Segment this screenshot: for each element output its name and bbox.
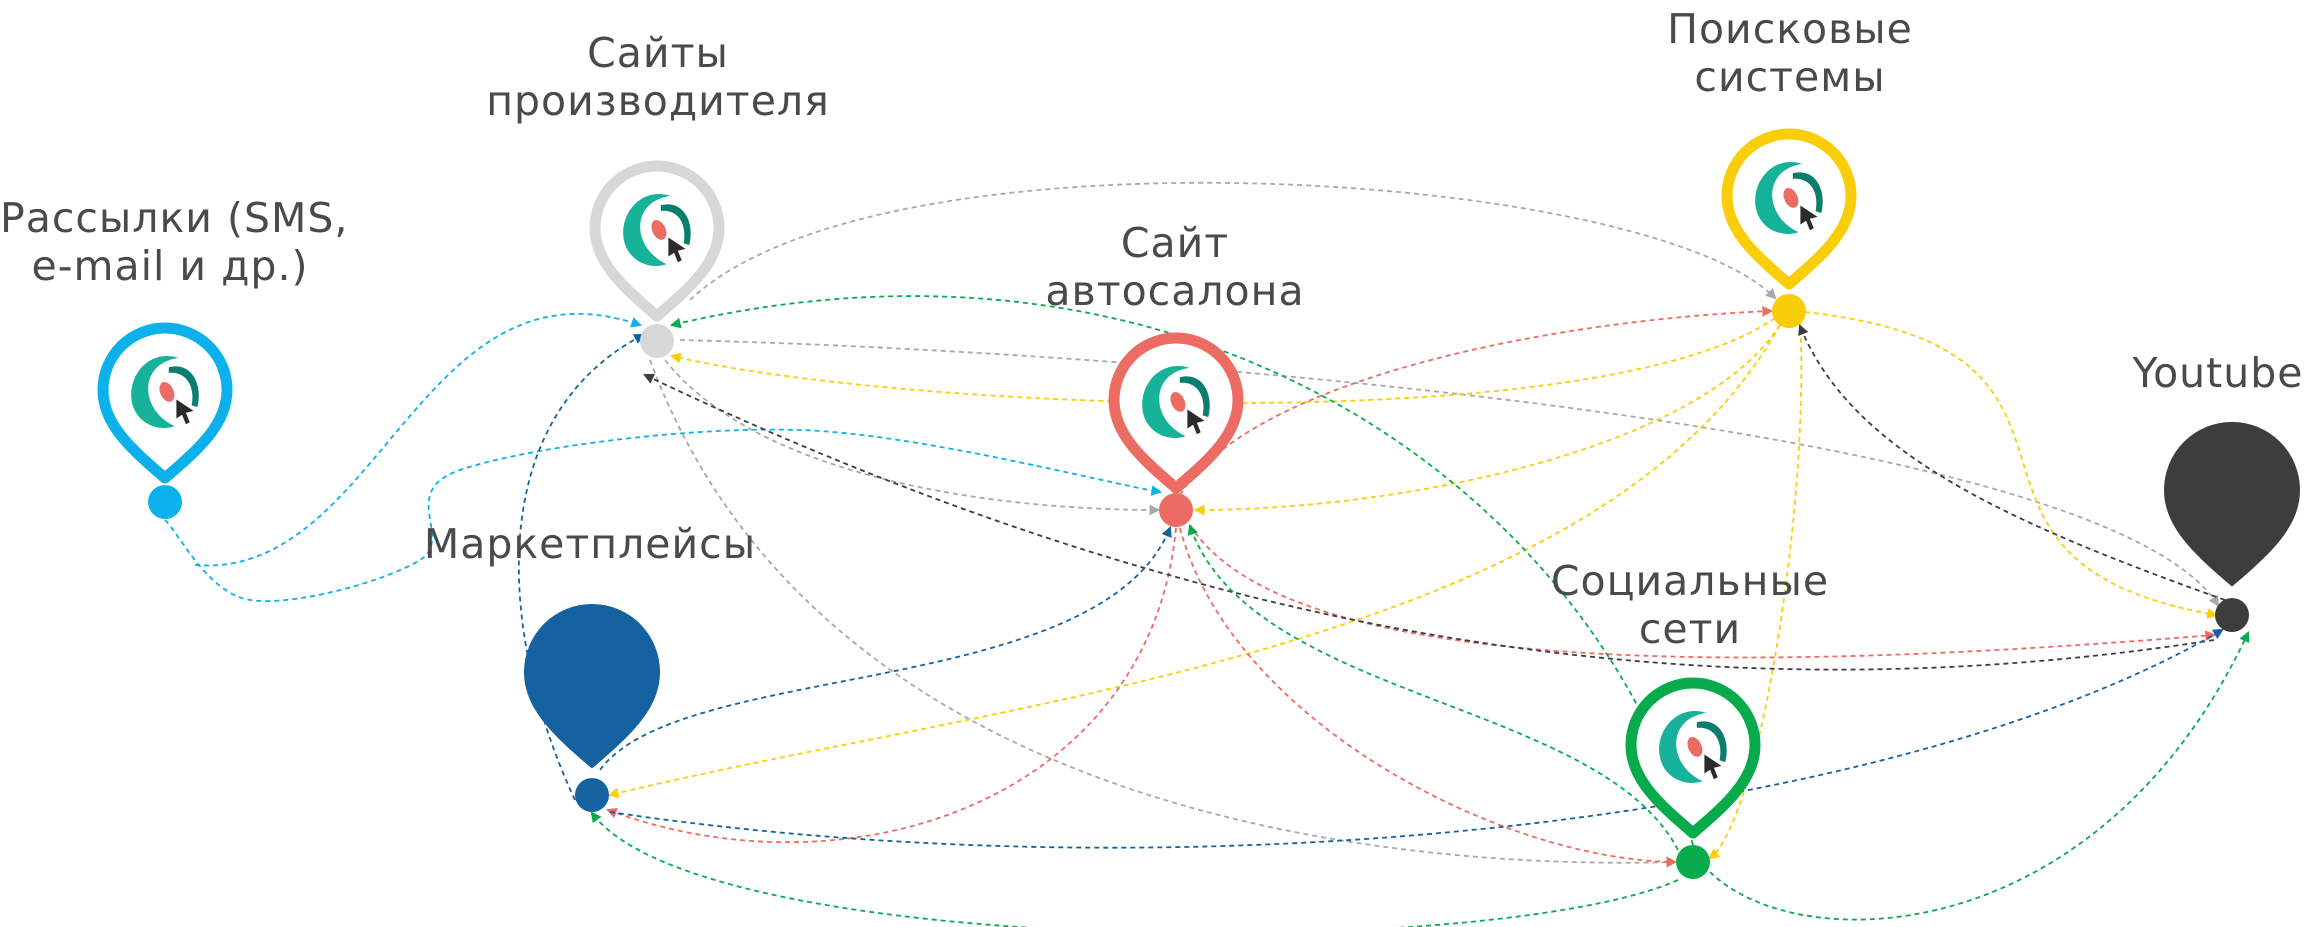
pin-marketplaces-icon [524, 603, 661, 769]
edge-dealer-to-marketplaces [605, 527, 1177, 844]
label-marketplaces-line-1: Маркетплейсы [423, 520, 757, 568]
label-dealer: Сайт автосалона [1025, 219, 1325, 315]
label-manufacturer-line-2: производителя [486, 77, 830, 125]
channel-diagram: Рассылки (SMS, e-mail и др.) Сайты произ… [0, 0, 2323, 927]
node-dot-social [1676, 845, 1710, 879]
pin-manufacturer-icon [589, 160, 725, 322]
edge-manufacturer-to-dealer [664, 359, 1161, 516]
edge-search-to-dealer [1193, 324, 1781, 516]
node-dot-marketplaces [575, 778, 609, 812]
edge-social-to-youtube [1709, 631, 2250, 921]
pin-search-icon [1721, 128, 1857, 290]
label-youtube-line-1: Youtube [2132, 349, 2304, 397]
edge-dealer-to-search [1179, 305, 1774, 496]
node-dot-manufacturer [640, 324, 674, 358]
node-dot-search [1772, 294, 1806, 328]
label-dealer-line-2: автосалона [1045, 267, 1305, 315]
pin-dealer-icon [1108, 332, 1244, 494]
edge-mailings-to-dealer [164, 428, 1163, 602]
pin-youtube-icon [2164, 421, 2300, 587]
label-social: Социальные сети [1530, 557, 1850, 653]
label-search-line-2: системы [1694, 53, 1886, 101]
label-social-line-1: Социальные [1550, 557, 1830, 605]
diagram-canvas [97, 128, 2300, 927]
label-manufacturer-line-1: Сайты [587, 29, 729, 77]
label-search: Поисковые системы [1620, 5, 1960, 101]
label-social-line-2: сети [1638, 605, 1742, 653]
label-mailings: Рассылки (SMS, e-mail и др.) [0, 194, 349, 290]
label-youtube: Youtube [2113, 349, 2323, 397]
node-dot-youtube [2215, 598, 2249, 632]
pin-mailings-icon [97, 322, 233, 484]
edge-marketplaces-to-youtube [609, 628, 2224, 849]
label-marketplaces: Маркетплейсы [410, 520, 770, 568]
edge-manufacturer-to-youtube [679, 339, 2220, 607]
node-dot-dealer [1159, 493, 1193, 527]
node-dot-mailings [148, 485, 182, 519]
label-mailings-line-2: e-mail и др.) [31, 242, 309, 290]
label-manufacturer: Сайты производителя [458, 29, 858, 125]
label-mailings-line-1: Рассылки (SMS, [0, 194, 349, 242]
edge-youtube-to-manufacturer [643, 373, 2215, 671]
label-dealer-line-1: Сайт [1120, 219, 1230, 267]
label-search-line-1: Поисковые [1667, 5, 1913, 53]
